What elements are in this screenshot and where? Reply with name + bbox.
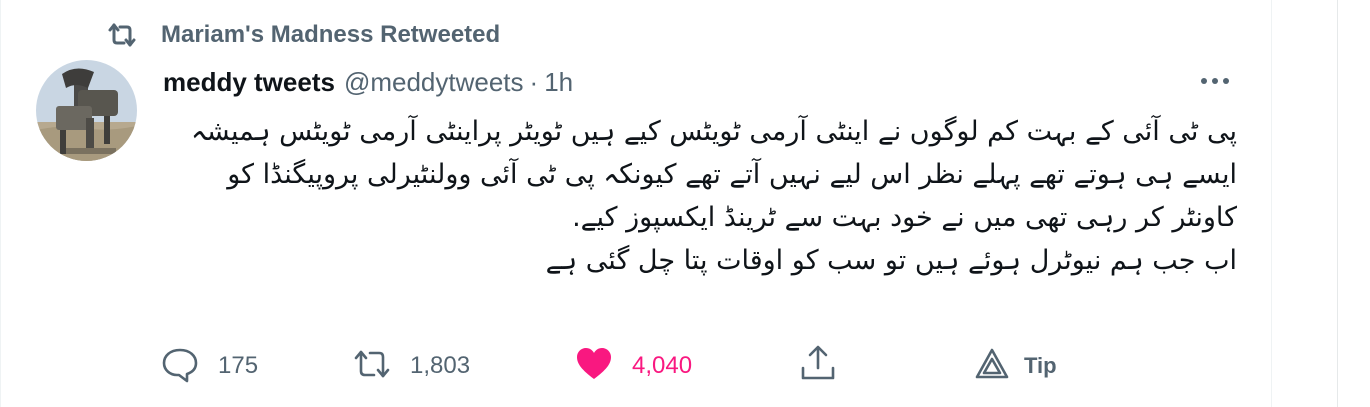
action-bar: 175 1,803 4,040 Tip: [160, 340, 1060, 392]
avatar[interactable]: [36, 60, 137, 161]
timestamp[interactable]: 1h: [544, 67, 573, 98]
tip-icon: [974, 346, 1010, 387]
retweet-icon: [105, 20, 139, 50]
retweet-context[interactable]: Mariam's Madness Retweeted: [105, 20, 500, 50]
like-button[interactable]: 4,040: [574, 340, 692, 392]
scrollbar-track[interactable]: [1337, 0, 1370, 407]
more-icon: [1200, 72, 1230, 90]
timeline-left-border: [0, 0, 1, 407]
author-handle[interactable]: @meddytweets: [344, 67, 524, 98]
timeline-right-border: [1271, 0, 1272, 407]
tweet-paragraph: پی ٹی آئی کے بہت کم لوگوں نے اینٹی آرمی …: [191, 116, 1237, 233]
author-name[interactable]: meddy tweets: [163, 67, 335, 98]
more-button[interactable]: [1195, 66, 1235, 96]
share-icon: [798, 344, 838, 389]
tip-button[interactable]: Tip: [974, 340, 1057, 392]
retweet-button[interactable]: 1,803: [352, 340, 470, 392]
tweet-header: meddy tweets @meddytweets · 1h: [163, 64, 573, 100]
retweet-count: 1,803: [410, 352, 471, 379]
separator-dot: ·: [529, 66, 539, 97]
reply-button[interactable]: 175: [160, 340, 258, 392]
reply-count: 175: [218, 352, 259, 379]
tweet-paragraph: اب جب ہم نیوٹرل ہوئے ہیں تو سب کو اوقات …: [545, 245, 1237, 276]
tip-label: Tip: [1024, 353, 1057, 378]
reply-icon: [160, 344, 200, 389]
tweet-text: پی ٹی آئی کے بہت کم لوگوں نے اینٹی آرمی …: [163, 110, 1237, 282]
heart-icon: [574, 344, 614, 389]
like-count: 4,040: [632, 352, 693, 379]
retweet-icon: [352, 344, 392, 389]
share-button[interactable]: [798, 340, 838, 392]
retweeted-by-label: Mariam's Madness Retweeted: [161, 21, 501, 48]
